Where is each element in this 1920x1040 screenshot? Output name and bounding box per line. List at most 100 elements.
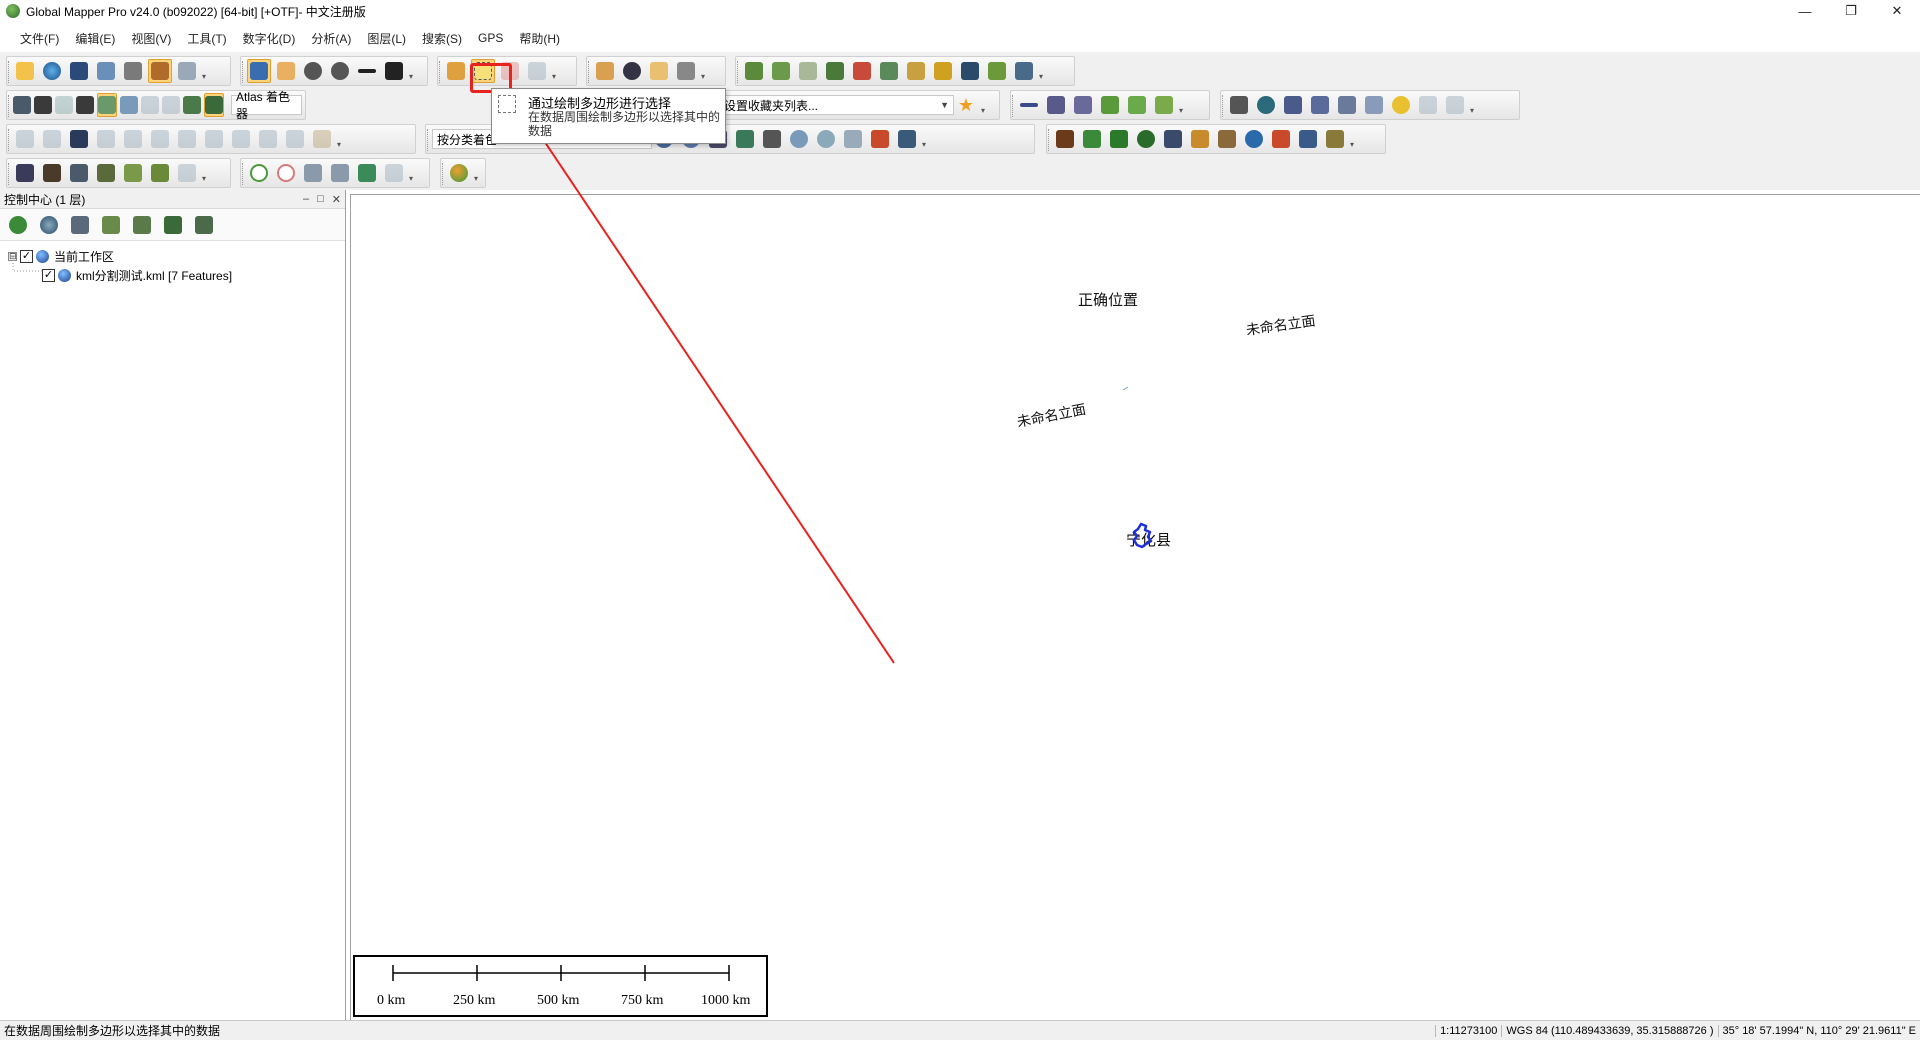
line-tool-2-button[interactable] xyxy=(1044,93,1068,117)
forward-button[interactable] xyxy=(328,161,352,185)
lidar-tree-button[interactable] xyxy=(841,127,865,151)
menu-digitize[interactable]: 数字化(D) xyxy=(235,30,304,47)
reshape-button[interactable] xyxy=(67,127,91,151)
toolbar-dropdown-icon[interactable]: ▾ xyxy=(552,59,560,83)
panel-close-button[interactable]: ✕ xyxy=(332,193,341,206)
line-tool-6-button[interactable] xyxy=(1152,93,1176,117)
toolbar-dropdown-icon[interactable]: ▾ xyxy=(981,93,989,117)
edit-feature-button[interactable] xyxy=(525,59,549,83)
menu-edit[interactable]: 编辑(E) xyxy=(67,30,123,47)
menu-layer[interactable]: 图层(L) xyxy=(359,30,414,47)
3d-path-button[interactable] xyxy=(34,93,52,117)
contour-button[interactable] xyxy=(796,59,820,83)
toolbar-dropdown-icon[interactable]: ▾ xyxy=(1179,93,1187,117)
pan-tool-button[interactable] xyxy=(274,59,298,83)
line-tool-3-button[interactable] xyxy=(1071,93,1095,117)
toolbar-dropdown-icon[interactable]: ▾ xyxy=(1470,93,1478,117)
volume-button[interactable] xyxy=(850,59,874,83)
show-layer-button[interactable] xyxy=(161,213,185,237)
add-favorite-button[interactable]: ★ xyxy=(954,93,978,117)
globe-view-button[interactable] xyxy=(447,161,471,185)
toolbar-dropdown-icon[interactable]: ▾ xyxy=(409,59,417,83)
key-point-button[interactable] xyxy=(1296,127,1320,151)
building-class-button[interactable] xyxy=(1161,127,1185,151)
enable-shader-button[interactable] xyxy=(204,93,224,117)
move-vertex-button[interactable] xyxy=(13,127,37,151)
info-button[interactable] xyxy=(620,59,644,83)
menu-gps[interactable]: GPS xyxy=(470,31,511,45)
add-vertex-button[interactable] xyxy=(283,127,307,151)
raster-calc-button[interactable] xyxy=(931,59,955,83)
split-view-button[interactable] xyxy=(55,93,73,117)
attribute-table-button[interactable] xyxy=(68,213,92,237)
puzzle-button[interactable] xyxy=(148,161,172,185)
toolbar-dropdown-icon[interactable]: ▾ xyxy=(409,161,417,185)
terrain-create-button[interactable] xyxy=(40,161,64,185)
paint-brush-button[interactable] xyxy=(175,161,199,185)
shader-select[interactable]: Atlas 着色器 xyxy=(231,90,302,121)
lidar-classify-button[interactable] xyxy=(895,127,919,151)
building-extract-button[interactable] xyxy=(67,161,91,185)
minimize-button[interactable]: — xyxy=(1782,0,1828,22)
elevation-button[interactable] xyxy=(141,93,159,117)
menu-search[interactable]: 搜索(S) xyxy=(414,30,470,47)
lidar-noise-button[interactable] xyxy=(814,127,838,151)
feature-info-button[interactable] xyxy=(674,59,698,83)
tree-extract-button[interactable] xyxy=(94,161,118,185)
close-button[interactable]: ✕ xyxy=(1874,0,1920,22)
3d-view-button[interactable] xyxy=(76,93,94,117)
panel-minimize-button[interactable]: – xyxy=(303,193,309,206)
toolbar-dropdown-icon[interactable]: ▾ xyxy=(202,161,210,185)
menu-analysis[interactable]: 分析(A) xyxy=(303,30,359,47)
map-view[interactable]: 正确位置 未命名立面 未命名立面 宁化县 0 km 250 km 500 km … xyxy=(350,194,1920,1020)
zoom-to-layer-button[interactable] xyxy=(6,213,30,237)
watershed-button[interactable] xyxy=(823,59,847,83)
turtle-button[interactable] xyxy=(301,161,325,185)
toolbar-dropdown-icon[interactable]: ▾ xyxy=(1039,59,1047,83)
medium-veg-button[interactable] xyxy=(1107,127,1131,151)
cut-line-button[interactable] xyxy=(175,127,199,151)
grid-tool-button[interactable] xyxy=(1281,93,1305,117)
select-tool-button[interactable] xyxy=(247,59,271,83)
favorites-select[interactable]: 设置收藏夹列表... ▼ xyxy=(719,95,954,115)
path-profile-button[interactable] xyxy=(742,59,766,83)
toolbar-dropdown-icon[interactable]: ▾ xyxy=(922,127,930,151)
digitizer-button[interactable] xyxy=(444,59,468,83)
lidar-cluster-button[interactable] xyxy=(787,127,811,151)
copy-feature-button[interactable] xyxy=(256,127,280,151)
smooth-line-button[interactable] xyxy=(229,127,253,151)
join-line-button[interactable] xyxy=(202,127,226,151)
power-pole-button[interactable] xyxy=(1188,127,1212,151)
tower-button[interactable] xyxy=(1215,127,1239,151)
play-button[interactable] xyxy=(247,161,271,185)
grid-extract-button[interactable] xyxy=(121,161,145,185)
high-veg-button[interactable] xyxy=(1134,127,1158,151)
view-shed-button[interactable] xyxy=(769,59,793,83)
low-veg-button[interactable] xyxy=(1080,127,1104,151)
stop-button[interactable] xyxy=(274,161,298,185)
tile-view-button[interactable] xyxy=(13,93,31,117)
export-button[interactable] xyxy=(94,59,118,83)
toolbar-dropdown-icon[interactable]: ▾ xyxy=(474,161,482,185)
add-frame-button[interactable] xyxy=(355,161,379,185)
zoom-in-button[interactable] xyxy=(301,59,325,83)
menu-tools[interactable]: 工具(T) xyxy=(179,30,234,47)
shader-options-button[interactable] xyxy=(183,93,201,117)
terrain-tool-button[interactable] xyxy=(877,59,901,83)
target-tool-button[interactable] xyxy=(1254,93,1278,117)
tree-item-kml-layer[interactable]: ✓ kml分割测试.kml [7 Features] xyxy=(0,266,345,285)
lidar-layer-button[interactable] xyxy=(868,127,892,151)
save-button[interactable] xyxy=(67,59,91,83)
menu-view[interactable]: 视图(V) xyxy=(123,30,179,47)
pencil-tool-1-button[interactable] xyxy=(1308,93,1332,117)
measure-line-button[interactable] xyxy=(310,127,334,151)
shapes-tool-button[interactable] xyxy=(1389,93,1413,117)
toolbar-dropdown-icon[interactable]: ▾ xyxy=(202,59,210,83)
online-data-button[interactable] xyxy=(40,59,64,83)
metadata-button[interactable] xyxy=(37,213,61,237)
menu-file[interactable]: 文件(F) xyxy=(12,30,67,47)
back-button[interactable] xyxy=(355,59,379,83)
config-button[interactable] xyxy=(121,59,145,83)
close-layer-button[interactable] xyxy=(192,213,216,237)
zoom-out-button[interactable] xyxy=(328,59,352,83)
